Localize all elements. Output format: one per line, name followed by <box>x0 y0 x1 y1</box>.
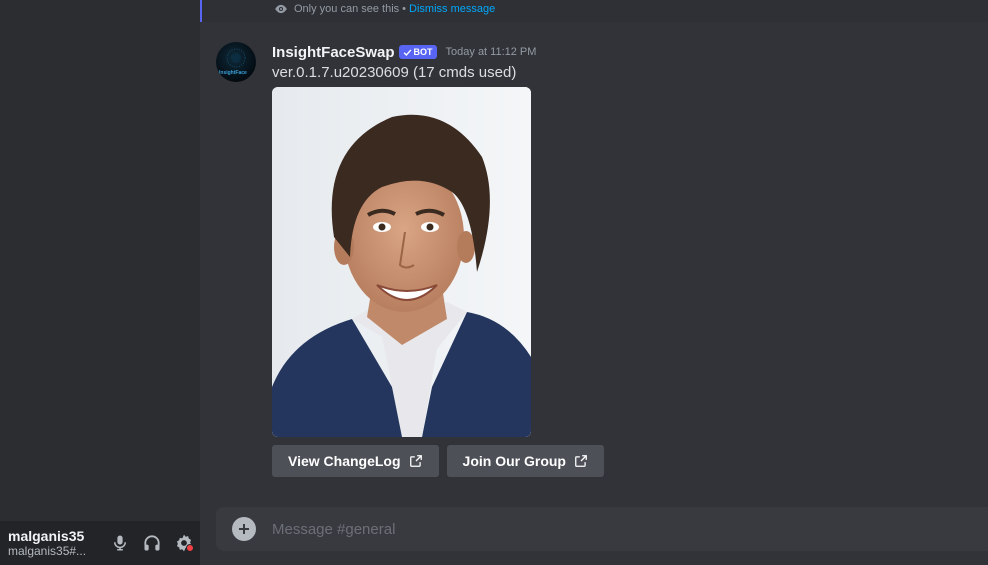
ephemeral-notice-text: Only you can see this <box>294 3 400 15</box>
user-tag: malganis35#... <box>8 544 87 558</box>
message-timestamp: Today at 11:12 PM <box>445 46 537 58</box>
bot-badge-label: BOT <box>413 47 433 57</box>
view-changelog-button[interactable]: View ChangeLog <box>272 445 439 477</box>
ephemeral-separator: • <box>402 3 407 15</box>
user-settings-button[interactable] <box>168 527 200 559</box>
message-content: ver.0.1.7.u20230609 (17 cmds used) <box>272 64 517 81</box>
avatar[interactable]: InsightFace <box>216 42 256 82</box>
external-link-icon <box>409 455 422 467</box>
message-buttons: View ChangeLog Join Our Group <box>272 445 972 477</box>
verified-check-icon <box>403 49 411 56</box>
message-header: InsightFaceSwap BOT Today at 11:12 PM <box>272 42 972 62</box>
author-name[interactable]: InsightFaceSwap <box>272 44 395 61</box>
deafen-button[interactable] <box>136 527 168 559</box>
dismiss-message-link[interactable]: Dismiss message <box>409 3 495 15</box>
notification-dot <box>186 544 194 552</box>
headphones-icon <box>144 535 160 551</box>
user-panel: malganis35 malganis35#... <box>0 521 200 565</box>
portrait-photo <box>272 87 531 437</box>
microphone-icon <box>114 535 126 551</box>
external-link-icon <box>575 455 587 467</box>
avatar-graphic-icon <box>226 48 246 68</box>
message-composer <box>216 507 988 551</box>
attachment-image[interactable] <box>272 87 531 437</box>
mute-button[interactable] <box>104 527 136 559</box>
message-input[interactable] <box>272 520 952 538</box>
chat-area: Only you can see this • Dismiss message … <box>200 0 988 565</box>
user-info[interactable]: malganis35 malganis35#... <box>8 528 96 558</box>
upload-button[interactable] <box>232 517 256 541</box>
bot-badge: BOT <box>398 45 437 59</box>
eye-icon <box>275 4 287 14</box>
join-group-label: Join Our Group <box>462 453 566 469</box>
join-group-button[interactable]: Join Our Group <box>446 445 604 477</box>
plus-icon <box>239 524 249 534</box>
avatar-text: InsightFace <box>219 70 247 76</box>
ephemeral-notice-bar: Only you can see this • Dismiss message <box>200 0 988 22</box>
view-changelog-label: View ChangeLog <box>288 453 401 469</box>
channel-sidebar: malganis35 malganis35#... <box>0 0 200 565</box>
username: malganis35 <box>8 528 85 544</box>
